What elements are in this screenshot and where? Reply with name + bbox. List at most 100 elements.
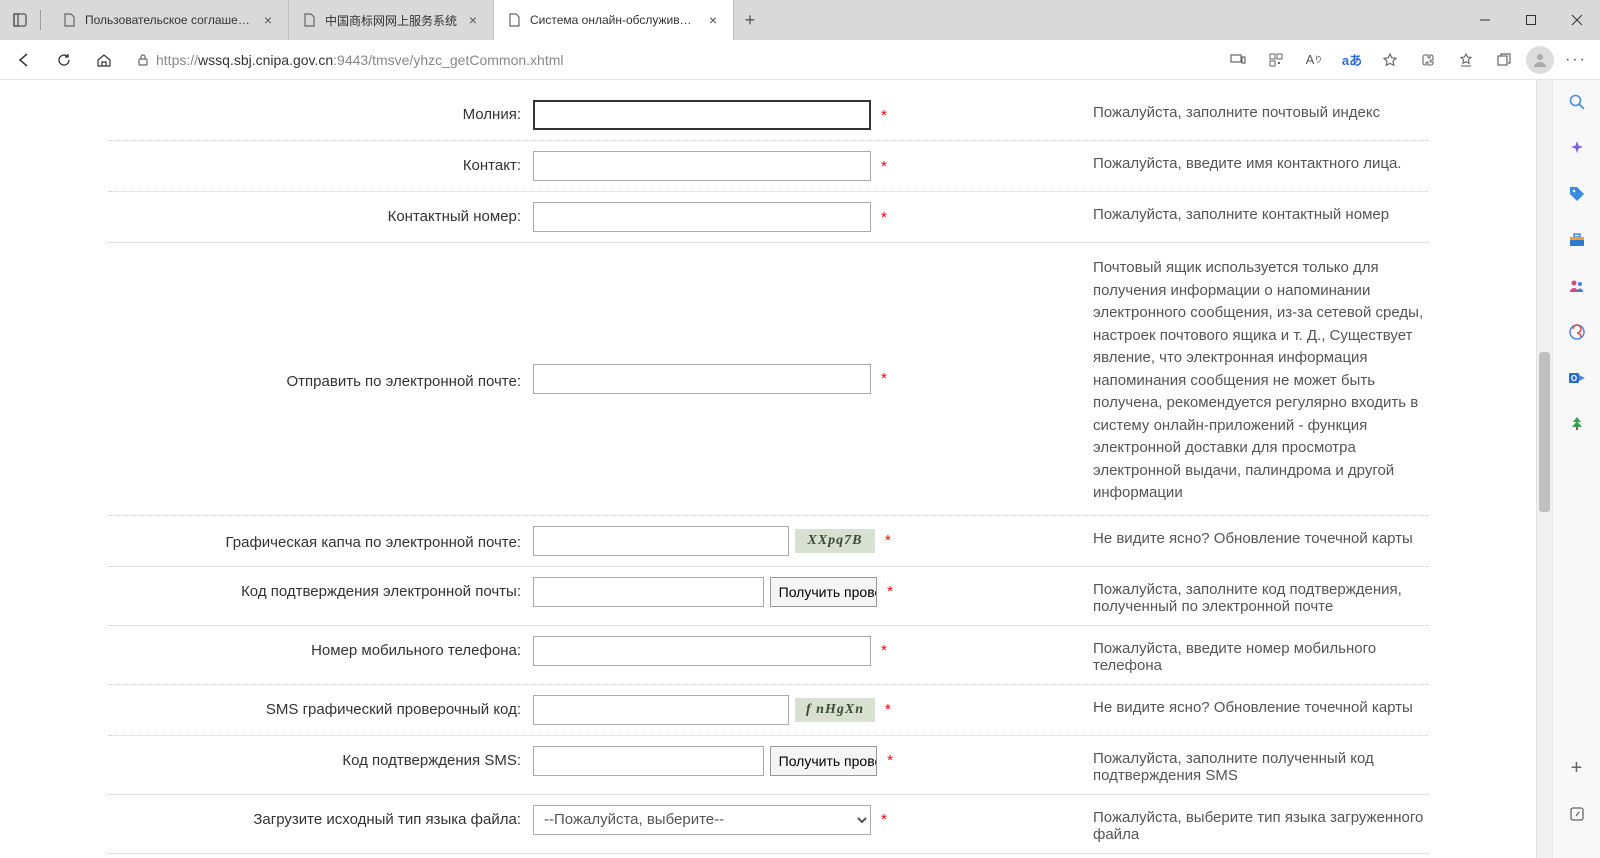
hint-zip: Пожалуйста, заполните почтовый индекс: [893, 100, 1428, 121]
close-window-button[interactable]: [1554, 0, 1600, 40]
home-button[interactable]: [88, 44, 120, 76]
browser-tabs: Пользовательское соглашение × 中国商标网网上服务系…: [49, 0, 1462, 40]
svg-text:O: O: [1570, 374, 1576, 383]
favorite-icon[interactable]: [1374, 44, 1406, 76]
page-icon: [301, 12, 317, 28]
required-marker: *: [877, 642, 887, 659]
required-marker: *: [877, 811, 887, 828]
email-code-input[interactable]: [533, 577, 764, 607]
settings-sidebar-icon[interactable]: [1565, 802, 1589, 826]
text-size-icon[interactable]: Aり: [1298, 44, 1330, 76]
search-icon[interactable]: [1565, 90, 1589, 114]
label-mobile: Номер мобильного телефона:: [108, 636, 533, 659]
label-contact: Контакт:: [108, 151, 533, 174]
mobile-input[interactable]: [533, 636, 871, 666]
label-file-lang: Загрузите исходный тип языка файла:: [108, 805, 533, 828]
required-marker: *: [877, 107, 887, 124]
browser-toolbar: https://wssq.sbj.cnipa.gov.cn:9443/tmsve…: [0, 40, 1600, 80]
favorites-list-icon[interactable]: [1450, 44, 1482, 76]
browser-titlebar: Пользовательское соглашение × 中国商标网网上服务系…: [0, 0, 1600, 40]
get-email-code-button[interactable]: Получить проверочный код: [770, 577, 878, 607]
tab-3-active[interactable]: Система онлайн-обслуживания ×: [494, 0, 734, 40]
hint-contact: Пожалуйста, введите имя контактного лица…: [893, 151, 1428, 172]
back-button[interactable]: [8, 44, 40, 76]
refresh-button[interactable]: [48, 44, 80, 76]
email-captcha-image[interactable]: XXpq7B: [795, 529, 875, 553]
close-icon[interactable]: ×: [260, 12, 276, 28]
row-email-code: Код подтверждения электронной почты: Пол…: [108, 567, 1428, 626]
qr-icon[interactable]: [1260, 44, 1292, 76]
label-sms-code: Код подтверждения SMS:: [108, 746, 533, 769]
tree-icon[interactable]: [1565, 412, 1589, 436]
required-marker: *: [877, 370, 887, 387]
extensions-icon[interactable]: [1412, 44, 1444, 76]
contact-input[interactable]: [533, 151, 871, 181]
hint-sms-captcha[interactable]: Не видите ясно? Обновление точечной карт…: [893, 695, 1428, 716]
required-marker: *: [883, 583, 893, 600]
required-marker: *: [881, 532, 891, 549]
hint-phone: Пожалуйста, заполните контактный номер: [893, 202, 1428, 223]
edge-sidebar: O +: [1552, 80, 1600, 858]
get-sms-code-button[interactable]: Получить проверочный код: [770, 746, 878, 776]
add-sidebar-icon[interactable]: +: [1565, 756, 1589, 780]
close-icon[interactable]: ×: [465, 12, 481, 28]
row-sms-captcha: SMS графический проверочный код: f nHgXn…: [108, 685, 1428, 736]
email-input[interactable]: [533, 364, 871, 394]
hint-mobile: Пожалуйста, введите номер мобильного тел…: [893, 636, 1428, 674]
tab-title: Система онлайн-обслуживания: [530, 13, 697, 27]
toolbox-icon[interactable]: [1565, 228, 1589, 252]
phone-input[interactable]: [533, 202, 871, 232]
label-email-captcha: Графическая капча по электронной почте:: [108, 526, 533, 553]
page-content: Молния: * Пожалуйста, заполните почтовый…: [0, 80, 1536, 858]
row-mobile: Номер мобильного телефона: * Пожалуйста,…: [108, 626, 1428, 685]
close-icon[interactable]: ×: [705, 12, 721, 28]
tab-1[interactable]: Пользовательское соглашение ×: [49, 0, 289, 40]
outlook-icon[interactable]: O: [1565, 366, 1589, 390]
label-phone: Контактный номер:: [108, 202, 533, 225]
divider: [40, 10, 41, 30]
device-icon[interactable]: [1222, 44, 1254, 76]
sparkle-icon[interactable]: [1565, 136, 1589, 160]
tag-icon[interactable]: [1565, 182, 1589, 206]
sms-captcha-input[interactable]: [533, 695, 789, 725]
translate-icon[interactable]: aあ: [1336, 44, 1368, 76]
required-marker: *: [877, 209, 887, 226]
zip-input[interactable]: [533, 100, 871, 130]
minimize-button[interactable]: [1462, 0, 1508, 40]
more-icon[interactable]: ···: [1560, 44, 1592, 76]
tab-actions-icon[interactable]: [8, 8, 32, 32]
file-lang-select[interactable]: --Пожалуйста, выберите--: [533, 805, 871, 835]
required-marker: *: [877, 158, 887, 175]
label-email-code: Код подтверждения электронной почты:: [108, 577, 533, 600]
required-marker: *: [881, 701, 891, 718]
required-marker: *: [883, 752, 893, 769]
page-icon: [506, 12, 522, 28]
new-tab-button[interactable]: +: [734, 0, 766, 40]
url-text: https://wssq.sbj.cnipa.gov.cn:9443/tmsve…: [156, 52, 564, 68]
row-sms-code: Код подтверждения SMS: Получить провероч…: [108, 736, 1428, 795]
maximize-button[interactable]: [1508, 0, 1554, 40]
page-icon: [61, 12, 77, 28]
viewport: Молния: * Пожалуйста, заполните почтовый…: [0, 80, 1600, 858]
row-zip: Молния: * Пожалуйста, заполните почтовый…: [108, 90, 1428, 141]
scroll-thumb[interactable]: [1539, 352, 1550, 512]
row-contact: Контакт: * Пожалуйста, введите имя конта…: [108, 141, 1428, 192]
button-row: Предварительный просмотр Отправить: [108, 854, 1428, 858]
tab-2[interactable]: 中国商标网网上服务系统 ×: [289, 0, 494, 40]
row-email-captcha: Графическая капча по электронной почте: …: [108, 516, 1428, 567]
row-phone: Контактный номер: * Пожалуйста, заполнит…: [108, 192, 1428, 243]
sms-code-input[interactable]: [533, 746, 764, 776]
email-captcha-input[interactable]: [533, 526, 789, 556]
registration-form: Молния: * Пожалуйста, заполните почтовый…: [108, 80, 1428, 858]
collections-icon[interactable]: [1488, 44, 1520, 76]
profile-avatar[interactable]: [1526, 46, 1554, 74]
vertical-scrollbar[interactable]: [1536, 80, 1552, 858]
sms-captcha-image[interactable]: f nHgXn: [795, 698, 875, 722]
tab-title: 中国商标网网上服务系统: [325, 12, 457, 29]
office-icon[interactable]: [1565, 320, 1589, 344]
people-icon[interactable]: [1565, 274, 1589, 298]
hint-email-captcha[interactable]: Не видите ясно? Обновление точечной карт…: [893, 526, 1428, 547]
lock-icon: [136, 53, 150, 67]
address-bar[interactable]: https://wssq.sbj.cnipa.gov.cn:9443/tmsve…: [128, 52, 1214, 68]
window-controls: [1462, 0, 1600, 40]
